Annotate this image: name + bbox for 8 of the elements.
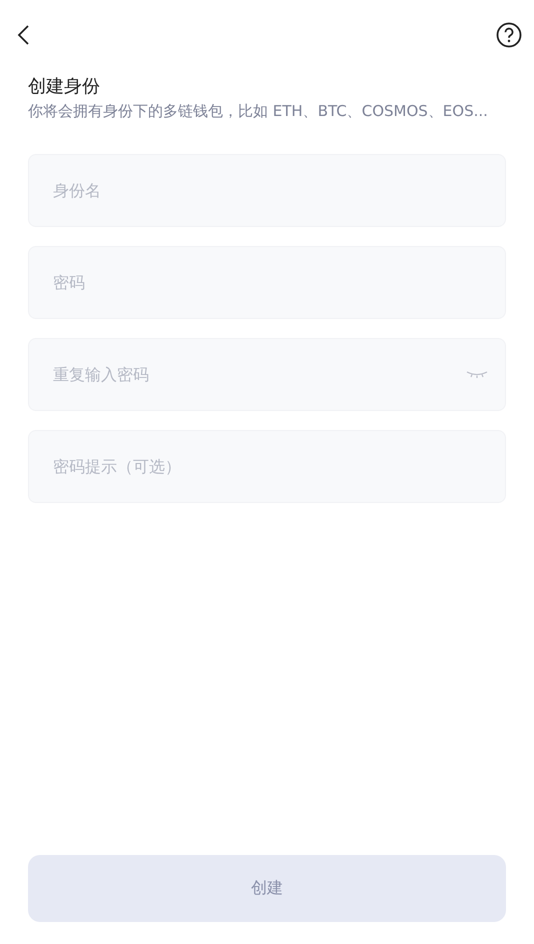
page-description: 你将会拥有身份下的多链钱包，比如 ETH、BTC、COSMOS、EOS...	[28, 101, 489, 122]
page-title: 创建身份	[28, 75, 101, 99]
help-button[interactable]	[496, 22, 522, 48]
input-field[interactable]: 密码提示（可选）	[28, 430, 506, 503]
input-field[interactable]: 身份名	[28, 154, 506, 227]
input-field[interactable]: 密码	[28, 246, 506, 319]
help-icon	[496, 22, 522, 48]
input-field[interactable]: 重复输入密码	[28, 338, 506, 411]
